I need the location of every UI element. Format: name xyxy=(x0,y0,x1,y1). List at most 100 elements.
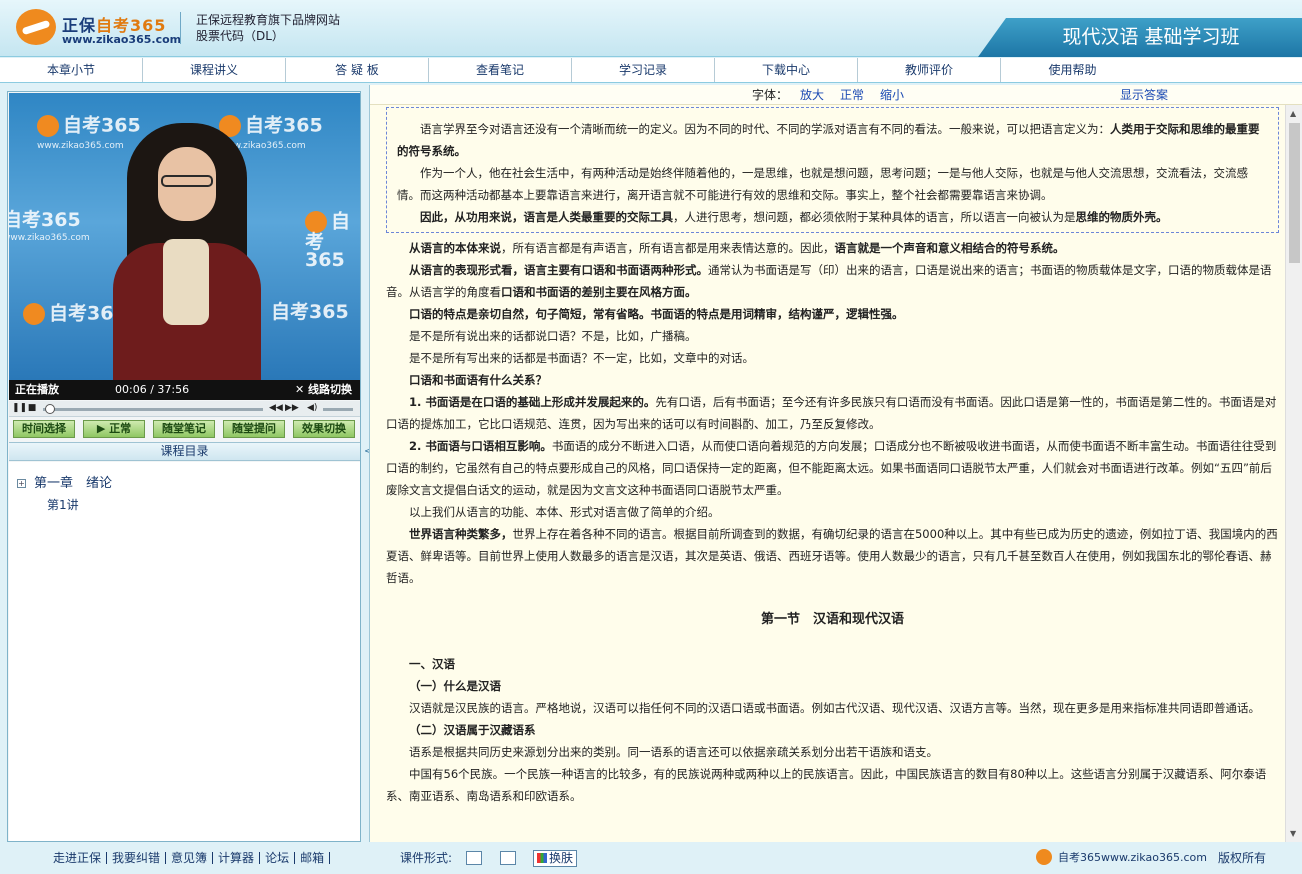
footer-link-calculator[interactable]: 计算器 xyxy=(213,852,261,864)
content-scrollbar[interactable]: ▲ ▼ xyxy=(1285,105,1302,842)
play-icon[interactable]: ❚❚ xyxy=(12,403,27,414)
paragraph: 因此，从功用来说，语言是人类最重要的交际工具，人进行思考，想问题，都必须依附于某… xyxy=(420,210,1168,224)
audio-mode-icon[interactable] xyxy=(466,851,482,865)
paragraph: 语言学界至今对语言还没有一个清晰而统一的定义。因为不同的时代、不同的学派对语言有… xyxy=(397,122,1260,158)
footer-brand[interactable]: 自考365www.zikao365.com xyxy=(1036,846,1207,870)
copyright: 版权所有 xyxy=(1218,851,1267,865)
font-small-button[interactable]: 缩小 xyxy=(880,85,904,105)
logo-icon xyxy=(305,211,327,233)
paragraph: 从语言的本体来说，所有语言都是有声语言，所有语言都是用来表情达意的。因此，语言就… xyxy=(409,241,1065,255)
course-catalog: + 第一章 绪论 第1讲 xyxy=(9,462,360,841)
font-large-button[interactable]: 放大 xyxy=(800,85,824,105)
video-status-bar: 正在播放 00:06 / 37:56 ✕ 线路切换 xyxy=(9,380,360,400)
stop-icon[interactable]: ■ xyxy=(27,403,37,414)
logo-icon xyxy=(23,303,45,325)
class-note-button[interactable]: 随堂笔记 xyxy=(153,420,215,438)
skin-button[interactable]: 换肤 xyxy=(533,850,578,867)
volume-slider[interactable] xyxy=(323,408,353,411)
nav-download-center[interactable]: 下载中心 xyxy=(715,58,858,82)
site-header: 正保自考365 www.zikao365.com 正保远程教育旗下品牌网站 股票代… xyxy=(0,0,1302,57)
nav-help[interactable]: 使用帮助 xyxy=(1001,58,1144,82)
footer: 走进正保 我要纠错 意见簿 计算器 论坛 邮箱 课件形式: 换肤 自考365ww… xyxy=(0,846,1302,874)
lecture-text: 语言学界至今对语言还没有一个清晰而统一的定义。因为不同的时代、不同的学派对语言有… xyxy=(370,105,1285,842)
catalog-chapter[interactable]: + 第一章 绪论 xyxy=(17,472,112,491)
logo-icon xyxy=(37,115,59,137)
video-watermark: 自考365 xyxy=(305,210,351,271)
paragraph: 语系是根据共同历史来源划分出来的类别。同一语系的语言还可以依据亲疏关系划分出若干… xyxy=(409,745,938,759)
normal-speed-button[interactable]: ▶ 正常 xyxy=(83,420,145,438)
paragraph: 以上我们从语言的功能、本体、形式对语言做了简单的介绍。 xyxy=(409,505,720,519)
skin-icon xyxy=(537,853,547,863)
line-switch[interactable]: ✕ 线路切换 xyxy=(295,380,352,400)
video-button-row: 时间选择 ▶ 正常 随堂笔记 随堂提问 效果切换 xyxy=(9,420,360,440)
play-state: 正在播放 xyxy=(15,383,59,396)
paragraph: 是不是所有写出来的话都是书面语？不一定，比如，文章中的对话。 xyxy=(409,351,754,365)
scroll-down-icon[interactable]: ▼ xyxy=(1290,829,1296,838)
class-question-button[interactable]: 随堂提问 xyxy=(223,420,285,438)
paragraph: 2. 书面语与口语相互影响。书面语的成分不断进入口语，从而使口语向着规范的方向发… xyxy=(386,439,1277,497)
video-player[interactable]: 自考365 www.zikao365.com 自考365 www.zikao365.… xyxy=(9,93,360,380)
tagline-line-1: 正保远程教育旗下品牌网站 xyxy=(196,13,341,27)
paragraph: 作为一个人，他在社会生活中，有两种活动是始终伴随着他的，一是思维，也就是想问题，… xyxy=(397,166,1248,202)
font-label: 字体： xyxy=(752,88,789,102)
paragraph: 中国有56个民族。一个民族一种语言的比较多，有的民族说两种或两种以上的民族语言。… xyxy=(386,767,1267,803)
tagline-line-2: 股票代码（DL） xyxy=(196,29,284,43)
show-answer-button[interactable]: 显示答案 xyxy=(1120,85,1168,105)
scroll-up-icon[interactable]: ▲ xyxy=(1290,109,1296,118)
paragraph: 口语和书面语有什么关系？ xyxy=(409,373,547,387)
prev-icon[interactable]: ◀◀ xyxy=(269,403,283,414)
nav-qa-board[interactable]: 答 疑 板 xyxy=(286,58,429,82)
footer-link-about[interactable]: 走进正保 xyxy=(48,852,108,864)
nav-study-record[interactable]: 学习记录 xyxy=(572,58,715,82)
font-normal-button[interactable]: 正常 xyxy=(840,85,864,105)
footer-link-forum[interactable]: 论坛 xyxy=(260,852,296,864)
paragraph: 1. 书面语是在口语的基础上形成并发展起来的。先有口语，后有书面语；至今还有许多… xyxy=(386,395,1277,431)
nav-teacher-review[interactable]: 教师评价 xyxy=(858,58,1001,82)
player-controls: ❚❚ ■ ◀◀ ▶▶ ◀) xyxy=(9,401,360,417)
seek-handle[interactable] xyxy=(45,404,55,414)
subheading: 一、汉语 xyxy=(409,657,455,671)
layout-mode-icon[interactable] xyxy=(500,851,516,865)
paragraph: 世界语言种类繁多，世界上存在着各种不同的语言。根据目前所调查到的数据，有确切纪录… xyxy=(386,527,1278,585)
video-watermark: 自考365 xyxy=(23,303,127,325)
catalog-lecture[interactable]: 第1讲 xyxy=(47,496,79,513)
tagline: 正保远程教育旗下品牌网站 股票代码（DL） xyxy=(196,12,340,44)
nav-lecture-notes[interactable]: 课程讲义 xyxy=(143,58,286,82)
logo-icon xyxy=(1036,849,1052,865)
subheading: （一）什么是汉语 xyxy=(409,679,501,693)
font-toolbar: 字体： 放大 正常 缩小 显示答案 xyxy=(370,85,1302,105)
footer-links: 走进正保 我要纠错 意见簿 计算器 论坛 邮箱 xyxy=(48,846,331,864)
paragraph: 从语言的表现形式看，语言主要有口语和书面语两种形式。通常认为书面语是写（印）出来… xyxy=(386,263,1272,299)
section-heading: 第一节 汉语和现代汉语 xyxy=(760,612,904,627)
subheading: （二）汉语属于汉藏语系 xyxy=(409,723,536,737)
nav-view-notes[interactable]: 查看笔记 xyxy=(429,58,572,82)
paragraph: 汉语就是汉民族的语言。严格地说，汉语可以指任何不同的汉语口语或书面语。例如古代汉… xyxy=(409,701,1260,715)
seek-bar[interactable] xyxy=(43,404,263,414)
lecturer-figure xyxy=(113,123,261,380)
logo-icon[interactable] xyxy=(16,9,56,45)
next-icon[interactable]: ▶▶ xyxy=(285,403,299,414)
brand-url[interactable]: www.zikao365.com xyxy=(62,33,181,46)
header-divider xyxy=(180,12,181,44)
time-display: 00:06 / 37:56 xyxy=(115,383,190,396)
scroll-thumb[interactable] xyxy=(1289,123,1300,263)
left-panel: 自考365 www.zikao365.com 自考365 www.zikao365.… xyxy=(7,91,361,842)
main-nav: 本章小节 课程讲义 答 疑 板 查看笔记 学习记录 下载中心 教师评价 使用帮助 xyxy=(0,58,1302,83)
catalog-title: 课程目录 xyxy=(9,442,360,461)
footer-link-report-error[interactable]: 我要纠错 xyxy=(107,852,167,864)
paragraph: 是不是所有说出来的话都说口语？不是，比如，广播稿。 xyxy=(409,329,697,343)
footer-link-feedback[interactable]: 意见簿 xyxy=(166,852,214,864)
video-watermark: 自考365 xyxy=(271,301,349,323)
video-watermark: 自考365 www.zikao365.com xyxy=(9,209,90,244)
course-title: 现代汉语 基础学习班 xyxy=(978,18,1302,57)
highlight-box: 语言学界至今对语言还没有一个清晰而统一的定义。因为不同的时代、不同的学派对语言有… xyxy=(386,107,1279,233)
effect-switch-button[interactable]: 效果切换 xyxy=(293,420,355,438)
footer-link-mail[interactable]: 邮箱 xyxy=(295,852,331,864)
time-select-button[interactable]: 时间选择 xyxy=(13,420,75,438)
glasses xyxy=(161,175,213,187)
content-panel: 字体： 放大 正常 缩小 显示答案 语言学界至今对语言还没有一个清晰而统一的定义… xyxy=(369,85,1302,842)
expand-icon[interactable]: + xyxy=(17,479,26,488)
nav-chapter-summary[interactable]: 本章小节 xyxy=(0,58,143,82)
volume-icon[interactable]: ◀) xyxy=(307,403,317,414)
courseware-type-label: 课件形式: xyxy=(400,851,453,865)
